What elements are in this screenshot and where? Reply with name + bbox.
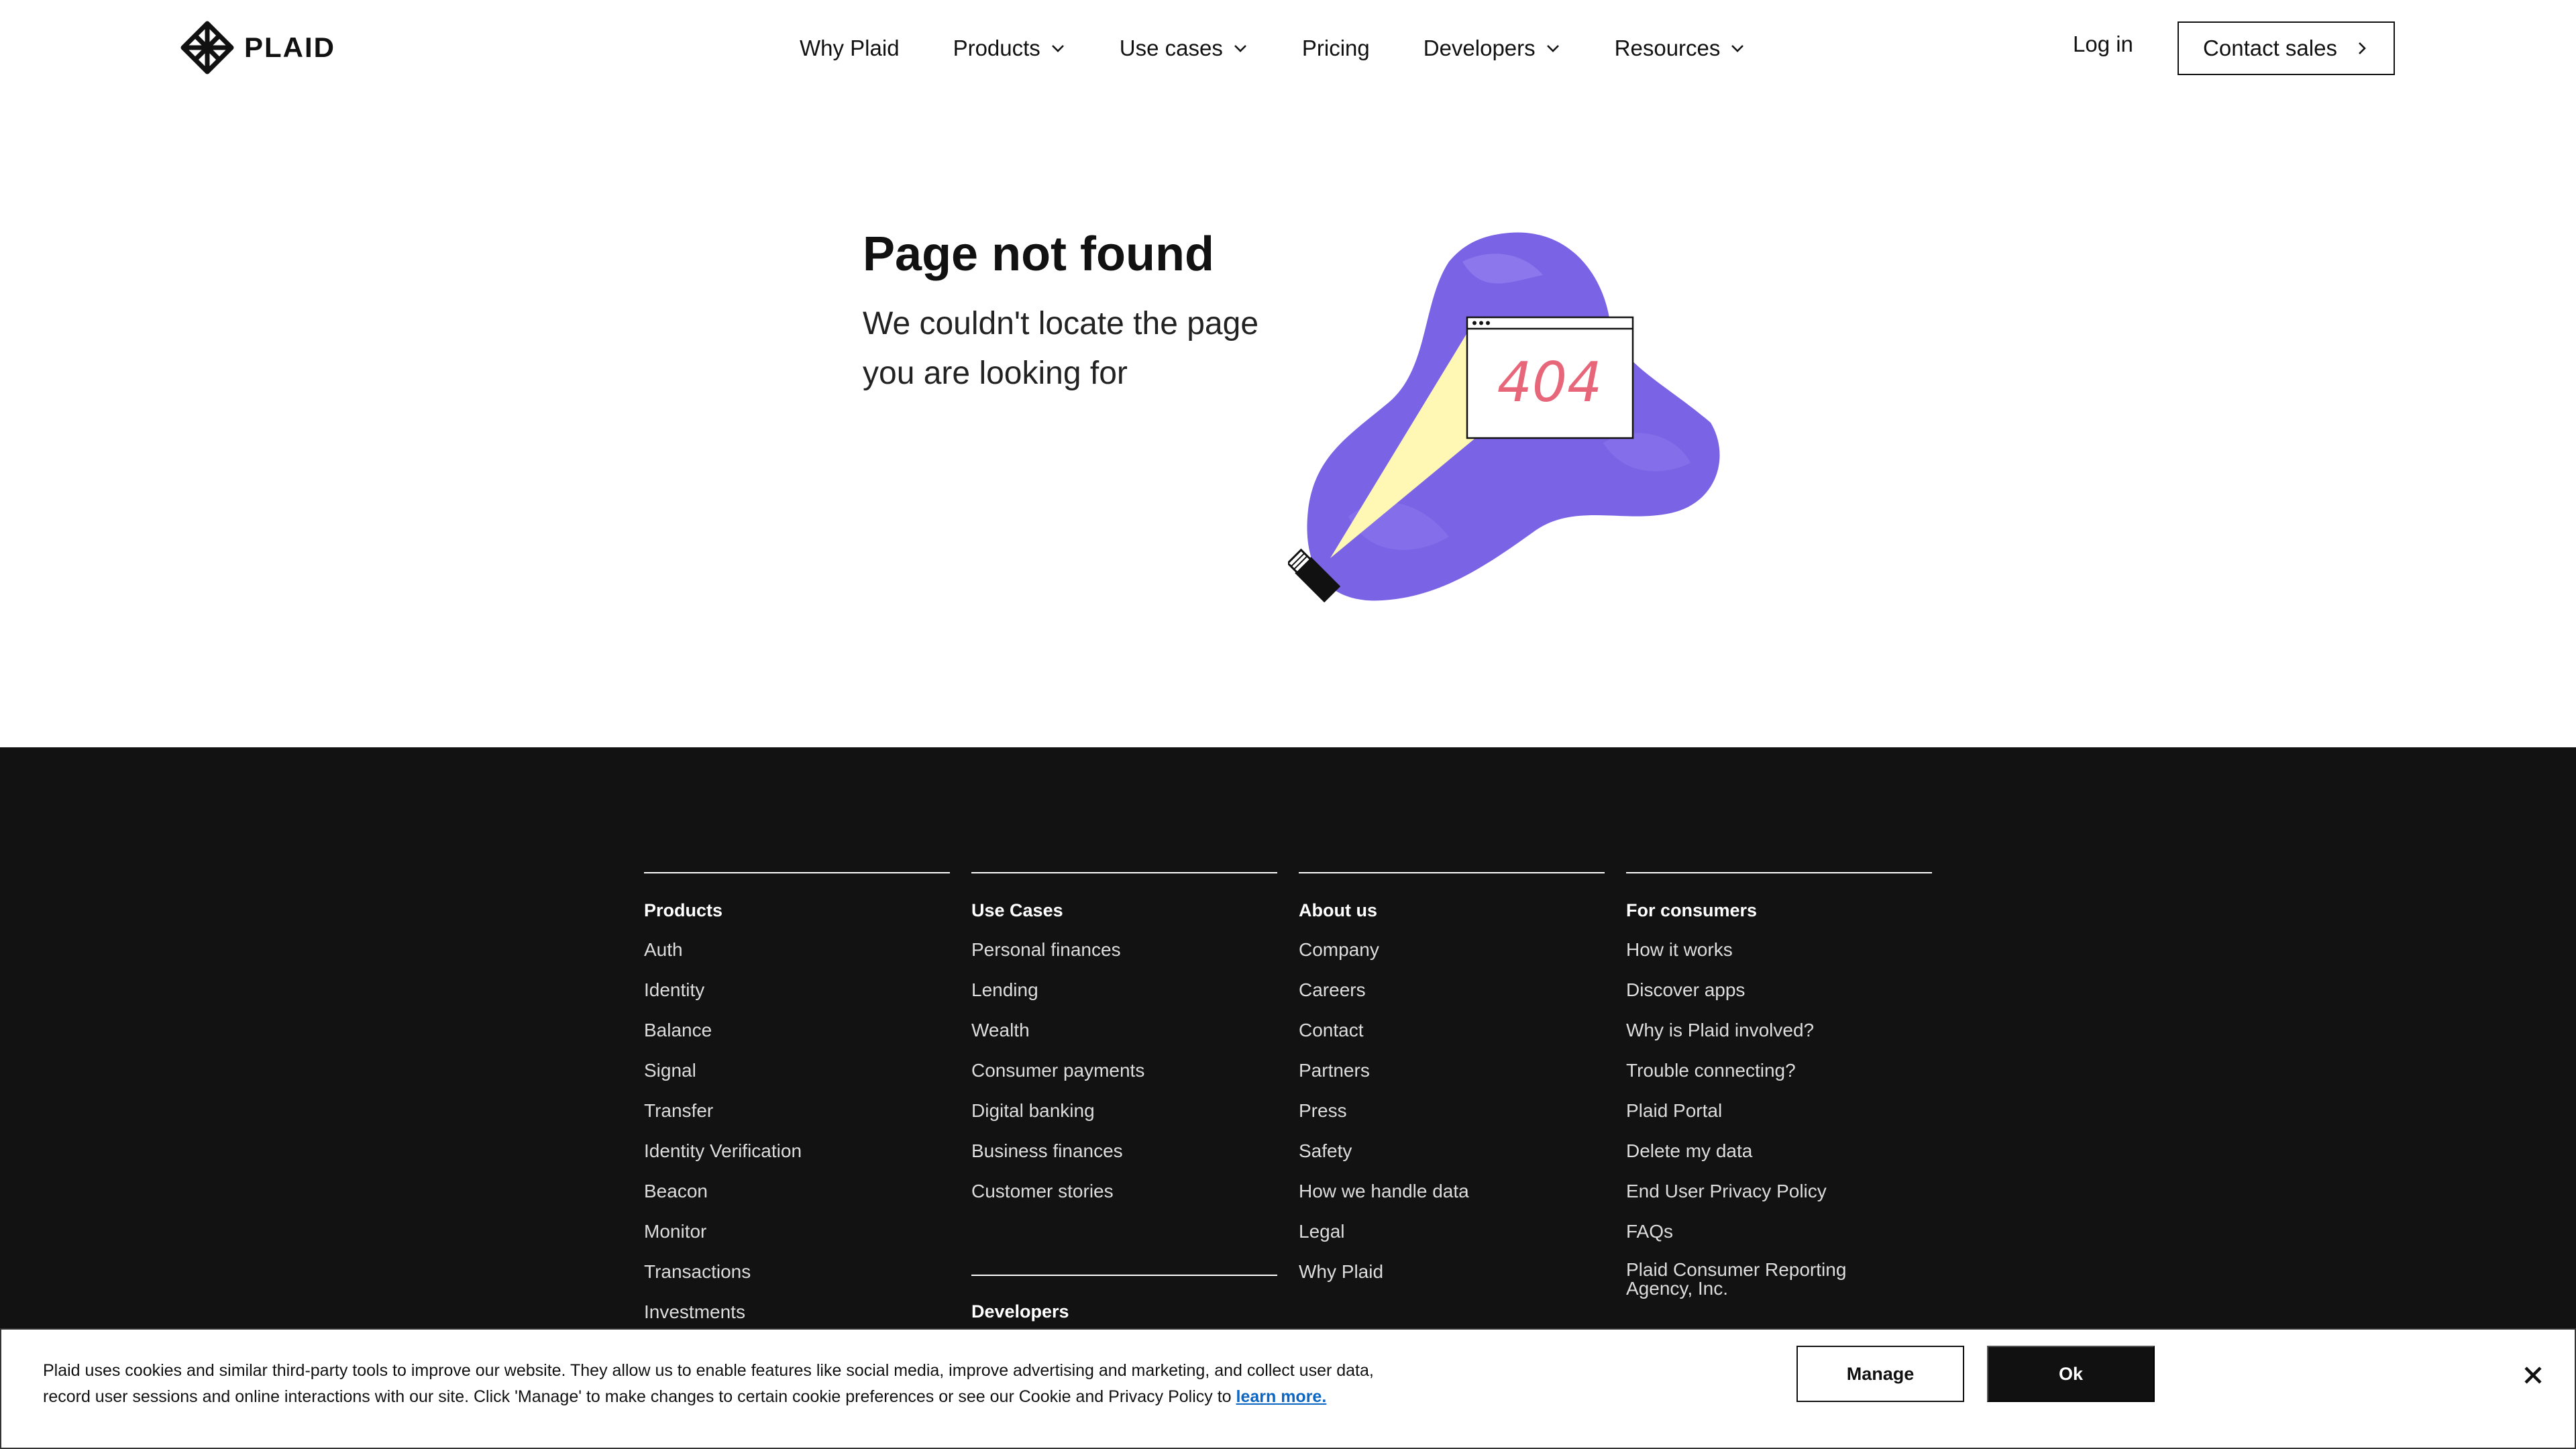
nav-label: Resources — [1614, 36, 1721, 60]
contact-sales-button[interactable]: Contact sales — [2178, 21, 2395, 75]
footer-link[interactable]: Partners — [1299, 1059, 1605, 1099]
footer-link[interactable]: Why Plaid — [1299, 1260, 1605, 1301]
nav-pricing[interactable]: Pricing — [1302, 36, 1370, 61]
footer-link[interactable]: Discover apps — [1626, 979, 1932, 1019]
footer-link[interactable]: Safety — [1299, 1140, 1605, 1180]
footer-link[interactable]: End User Privacy Policy — [1626, 1180, 1932, 1220]
footer-link[interactable]: Lending — [971, 979, 1277, 1019]
footer-link[interactable]: Signal — [644, 1059, 950, 1099]
footer-link[interactable]: Plaid Portal — [1626, 1099, 1932, 1140]
page-title: Page not found — [863, 227, 1214, 281]
plaid-logo[interactable]: PLAID — [180, 20, 335, 75]
footer-link[interactable]: Delete my data — [1626, 1140, 1932, 1180]
chevron-down-icon — [1731, 45, 1744, 52]
footer-link[interactable]: Beacon — [644, 1180, 950, 1220]
footer-link[interactable]: Plaid Consumer Reporting Agency, Inc. — [1626, 1260, 1868, 1301]
footer-link[interactable]: Legal — [1299, 1220, 1605, 1260]
cookie-banner: Plaid uses cookies and similar third-par… — [0, 1328, 2576, 1449]
footer-link[interactable]: Wealth — [971, 1019, 1277, 1059]
column-divider — [971, 1275, 1277, 1276]
column-heading: Use Cases — [971, 900, 1063, 920]
footer-link[interactable]: Monitor — [644, 1220, 950, 1260]
footer-link[interactable]: Careers — [1299, 979, 1605, 1019]
plaid-logo-icon — [180, 21, 234, 74]
nav-label: Use cases — [1119, 36, 1223, 60]
footer-link[interactable]: Transactions — [644, 1260, 950, 1301]
footer-link[interactable]: Auth — [644, 938, 950, 979]
learn-more-link[interactable]: learn more. — [1236, 1387, 1327, 1406]
logo-text: PLAID — [244, 32, 335, 63]
footer-column-products: Products Auth Identity Balance Signal Tr… — [644, 872, 950, 1341]
chevron-down-icon — [1051, 45, 1064, 52]
footer-link[interactable]: Why is Plaid involved? — [1626, 1019, 1932, 1059]
footer-column-for-consumers: For consumers How it works Discover apps… — [1626, 872, 1932, 1301]
footer-link[interactable]: Consumer payments — [971, 1059, 1277, 1099]
column-heading: Developers — [971, 1301, 1069, 1322]
main-nav: Why Plaid Products Use cases Pricing Dev… — [800, 25, 1746, 71]
footer-column-developers: Developers — [971, 1275, 1277, 1322]
404-illustration: 404 — [1288, 232, 1720, 603]
cookie-text: Plaid uses cookies and similar third-par… — [43, 1361, 1374, 1406]
page-subtitle: We couldn't locate the page you are look… — [863, 306, 1259, 391]
contact-sales-label: Contact sales — [2203, 36, 2337, 60]
column-divider — [644, 872, 950, 873]
column-heading: About us — [1299, 900, 1377, 920]
footer-column-use-cases: Use Cases Personal finances Lending Weal… — [971, 872, 1277, 1220]
cookie-message: Plaid uses cookies and similar third-par… — [43, 1358, 1425, 1410]
footer-link[interactable]: Personal finances — [971, 938, 1277, 979]
nav-developers[interactable]: Developers — [1424, 36, 1561, 61]
footer-column-about-us: About us Company Careers Contact Partner… — [1299, 872, 1605, 1301]
footer-link[interactable]: Customer stories — [971, 1180, 1277, 1220]
site-header: PLAID Why Plaid Products Use cases Prici… — [0, 0, 2576, 94]
footer-link[interactable]: Balance — [644, 1019, 950, 1059]
nav-label: Developers — [1423, 36, 1536, 60]
close-icon[interactable] — [2521, 1363, 2545, 1387]
footer-link[interactable]: Business finances — [971, 1140, 1277, 1180]
manage-cookies-button[interactable]: Manage — [1796, 1346, 1964, 1402]
footer-link[interactable]: FAQs — [1626, 1220, 1932, 1260]
nav-label: Products — [953, 36, 1040, 60]
footer-link[interactable]: Trouble connecting? — [1626, 1059, 1932, 1099]
footer-link[interactable]: How it works — [1626, 938, 1932, 979]
nav-resources[interactable]: Resources — [1615, 36, 1746, 61]
column-heading: For consumers — [1626, 900, 1758, 920]
column-divider — [971, 872, 1277, 873]
nav-label: Pricing — [1301, 36, 1370, 60]
nav-why-plaid[interactable]: Why Plaid — [800, 36, 900, 61]
error-code: 404 — [1497, 351, 1603, 415]
footer-link[interactable]: How we handle data — [1299, 1180, 1605, 1220]
accept-cookies-button[interactable]: Ok — [1987, 1346, 2155, 1402]
footer-link[interactable]: Transfer — [644, 1099, 950, 1140]
column-divider — [1299, 872, 1605, 873]
nav-products[interactable]: Products — [953, 36, 1066, 61]
chevron-down-icon — [1546, 45, 1559, 52]
column-heading: Products — [644, 900, 723, 920]
chevron-right-icon — [2359, 42, 2366, 54]
footer-link[interactable]: Identity Verification — [644, 1140, 950, 1180]
column-divider — [1626, 872, 1932, 873]
footer-link[interactable]: Identity — [644, 979, 950, 1019]
footer-link[interactable]: Company — [1299, 938, 1605, 979]
footer-link[interactable]: Press — [1299, 1099, 1605, 1140]
footer-link[interactable]: Contact — [1299, 1019, 1605, 1059]
footer-link[interactable]: Digital banking — [971, 1099, 1277, 1140]
nav-label: Why Plaid — [800, 36, 900, 60]
chevron-down-icon — [1234, 45, 1246, 52]
login-link[interactable]: Log in — [2073, 32, 2133, 57]
nav-use-cases[interactable]: Use cases — [1120, 36, 1248, 61]
